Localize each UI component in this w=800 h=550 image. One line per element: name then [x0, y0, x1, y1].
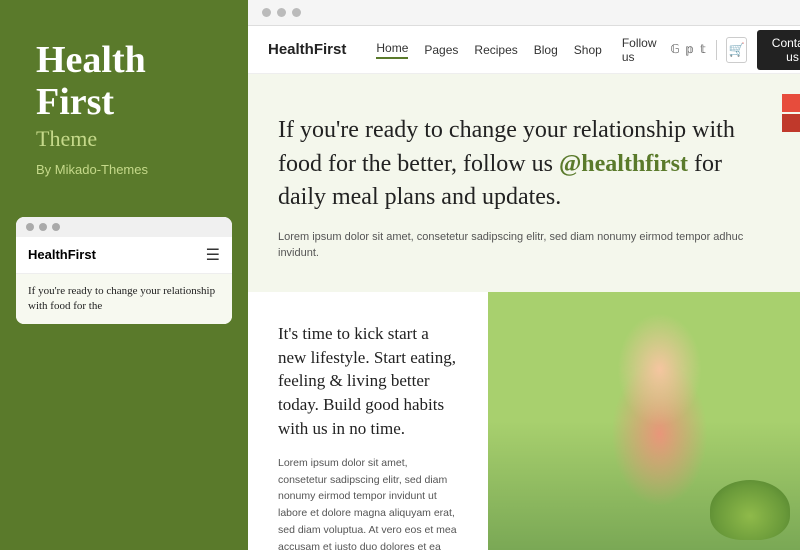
- hero-handle: @healthfirst: [559, 151, 688, 177]
- main-content: HealthFirst Home Pages Recipes Blog Shop…: [248, 0, 800, 550]
- bottom-image: [488, 292, 800, 550]
- nav-right: Follow us 𝔾 𝕡 𝕥 🛒 Contact us: [622, 30, 800, 70]
- hero-subtext: Lorem ipsum dolor sit amet, consetetur s…: [278, 229, 770, 262]
- float-btn-bottom[interactable]: [782, 114, 800, 132]
- mini-dot-2: [39, 223, 47, 231]
- salad-bowl: [710, 480, 790, 540]
- nav-home[interactable]: Home: [376, 41, 408, 59]
- chrome-dot-2: [277, 8, 286, 17]
- mini-hero-text: If you're ready to change your relations…: [28, 284, 220, 315]
- nav-divider: [716, 40, 717, 60]
- float-btn-top[interactable]: [782, 94, 800, 112]
- mini-dot-1: [26, 223, 34, 231]
- nav-blog[interactable]: Blog: [534, 43, 558, 57]
- sidebar-top: Health First Theme By Mikado-Themes: [0, 0, 248, 207]
- bottom-left: It's time to kick start a new lifestyle.…: [248, 292, 488, 550]
- bottom-subtext: Lorem ipsum dolor sit amet, consetetur s…: [278, 455, 458, 550]
- nav-links: Home Pages Recipes Blog Shop: [376, 41, 601, 59]
- nav-shop[interactable]: Shop: [574, 43, 602, 57]
- site-nav: HealthFirst Home Pages Recipes Blog Shop…: [248, 26, 800, 74]
- bottom-heading: It's time to kick start a new lifestyle.…: [278, 322, 458, 441]
- pinterest-icon[interactable]: 𝕡: [686, 42, 695, 57]
- site-brand: HealthFirst: [268, 41, 346, 58]
- mini-nav: HealthFirst ☰: [16, 237, 232, 274]
- hamburger-icon: ☰: [206, 245, 220, 265]
- follow-us-label: Follow us: [622, 36, 660, 64]
- social-icons: 𝔾 𝕡 𝕥: [670, 42, 705, 57]
- contact-button[interactable]: Contact us: [757, 30, 800, 70]
- cart-icon[interactable]: 🛒: [726, 37, 746, 63]
- mini-browser-bar: [16, 217, 232, 237]
- mini-dot-3: [52, 223, 60, 231]
- chrome-dot-1: [262, 8, 271, 17]
- sidebar-title: Health First: [36, 40, 218, 124]
- sidebar: Health First Theme By Mikado-Themes Heal…: [0, 0, 248, 550]
- hero-headline: If you're ready to change your relations…: [278, 114, 770, 215]
- sidebar-subtitle: Theme: [36, 126, 218, 152]
- nav-pages[interactable]: Pages: [424, 43, 458, 57]
- mini-browser-preview: HealthFirst ☰ If you're ready to change …: [16, 217, 232, 325]
- bottom-section: It's time to kick start a new lifestyle.…: [248, 292, 800, 550]
- hero-section: If you're ready to change your relations…: [248, 74, 800, 292]
- mini-content: If you're ready to change your relations…: [16, 274, 232, 325]
- float-side-btns: [782, 94, 800, 132]
- browser-chrome: [248, 0, 800, 26]
- sidebar-author: By Mikado-Themes: [36, 162, 218, 177]
- chrome-dot-3: [292, 8, 301, 17]
- nav-recipes[interactable]: Recipes: [474, 43, 517, 57]
- instagram-icon[interactable]: 𝔾: [670, 42, 679, 57]
- mini-brand: HealthFirst: [28, 247, 96, 262]
- twitter-icon[interactable]: 𝕥: [700, 42, 706, 57]
